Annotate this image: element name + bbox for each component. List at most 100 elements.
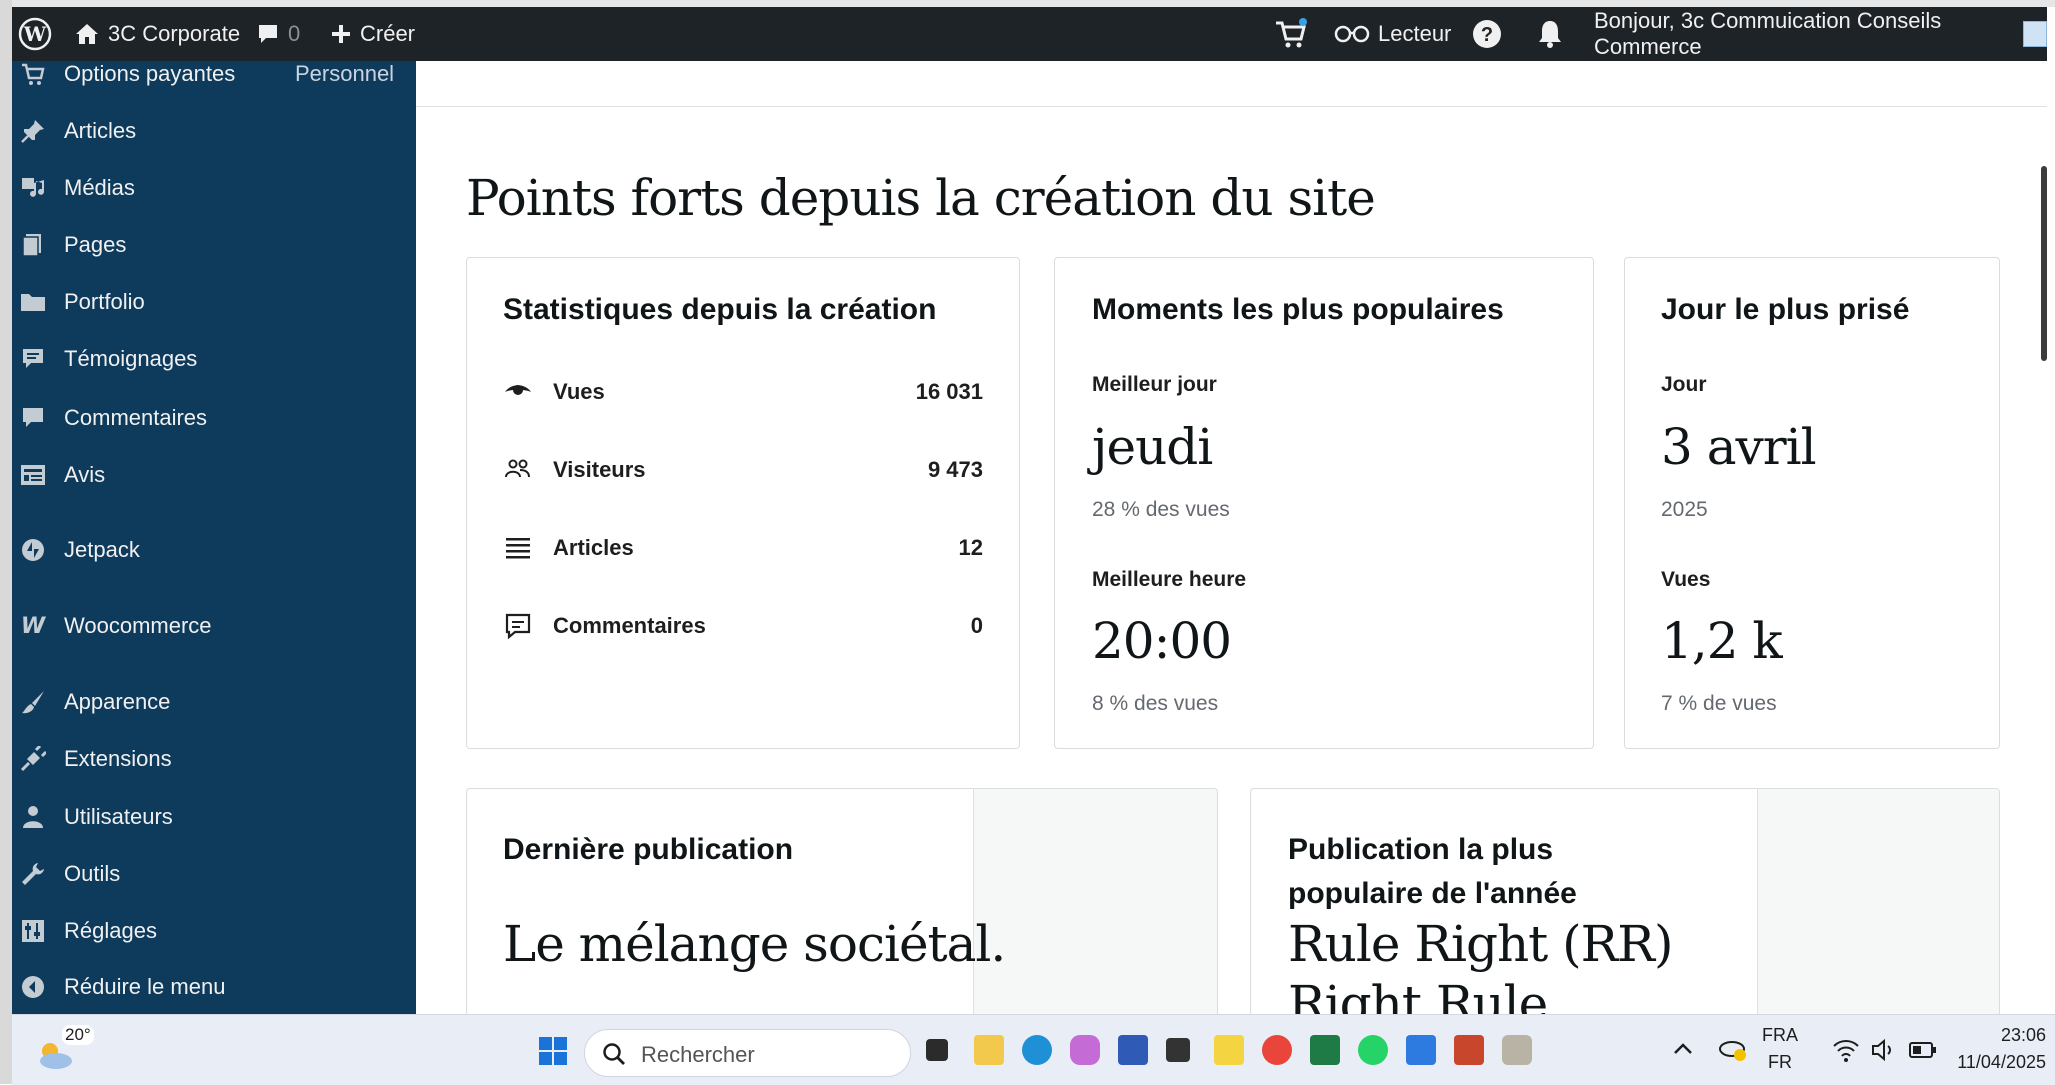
powerpoint-icon[interactable] [1454,1035,1484,1065]
stat-label: Visiteurs [553,457,646,482]
site-name: 3C Corporate [108,21,241,46]
user-icon [18,802,48,832]
page-title: Points forts depuis la création du site [466,169,1376,227]
plus-icon [330,23,352,45]
stat-row-comments: Commentaires 0 [503,605,983,645]
excel-icon[interactable] [1310,1035,1340,1065]
day-label: Jour [1661,373,1707,396]
sidebar-item-users[interactable]: Utilisateurs [12,794,416,838]
collapse-menu-button[interactable]: Réduire le menu [12,964,416,1008]
best-day-value: jeudi [1092,418,1213,476]
best-hour-label: Meilleure heure [1092,568,1247,591]
feedback-icon [18,460,48,490]
onedrive-warning-icon[interactable] [1718,1035,1748,1068]
language-top: FRA [1762,1025,1798,1045]
sidebar-item-media[interactable]: Médias [12,165,416,209]
sidebar-item-label: Apparence [64,689,171,714]
search-icon [601,1041,627,1072]
sidebar-item-extra: Personnel [295,61,395,86]
main-content: Points forts depuis la création du site … [416,61,2047,1014]
best-day-note: 28 % des vues [1092,498,1230,521]
post-thumbnail-placeholder [1757,789,1999,1014]
sidebar-item-label: Options payantes [64,61,236,86]
clock[interactable]: 23:06 11/04/2025 [1950,1025,2046,1073]
game-app-icon[interactable] [1502,1035,1532,1065]
wrench-icon [18,859,48,889]
screen-frame-left [0,0,12,1084]
sidebar-item-woocommerce[interactable]: W Woocommerce [12,603,416,647]
stats-since-creation-card: Statistiques depuis la création Vues 16 … [466,257,1020,749]
media-icon [18,173,48,203]
stat-row-visitors: Visiteurs 9 473 [503,449,983,489]
sidebar-item-label: Portfolio [64,289,145,314]
stat-label: Commentaires [553,613,706,638]
latest-post-card[interactable]: Dernière publication Le mélange sociétal… [466,788,1218,1014]
file-explorer-icon[interactable] [974,1035,1004,1065]
copilot-icon[interactable] [1070,1035,1100,1065]
woocommerce-icon: W [18,611,48,641]
windows-start-icon[interactable] [538,1036,568,1071]
glasses-icon [1334,24,1370,44]
create-label: Créer [360,21,416,46]
battery-icon[interactable] [1908,1039,1938,1066]
comment-outline-icon [503,611,533,641]
sidebar-item-testimonials[interactable]: Témoignages [12,336,416,380]
edge-browser-icon[interactable] [1022,1035,1052,1065]
whatsapp-icon[interactable] [1358,1035,1388,1065]
store-icon[interactable] [1118,1035,1148,1065]
card-title: Moments les plus populaires [1092,293,1504,326]
app-p-icon[interactable] [1166,1038,1190,1062]
sidebar-item-articles[interactable]: Articles [12,108,416,152]
language-indicator[interactable]: FRA FR [1762,1025,1798,1073]
people-icon [503,455,533,485]
stat-value: 16 031 [915,379,983,404]
sidebar-item-extensions[interactable]: Extensions [12,736,416,780]
collapse-icon [18,972,48,1002]
sidebar-item-feedback[interactable]: Avis [12,452,416,496]
popular-post-card[interactable]: Publication la plus populaire de l'année… [1250,788,2000,1014]
clock-time: 23:06 [2000,1025,2046,1045]
greeting-text: Bonjour, 3c Commuication Conseils Commer… [1594,8,1942,59]
help-icon[interactable]: ? [1472,7,1502,61]
stat-value: 9 473 [927,457,983,482]
chrome-icon[interactable] [1262,1035,1292,1065]
account-menu[interactable]: Bonjour, 3c Commuication Conseils Commer… [1594,7,2047,61]
stat-row-views: Vues 16 031 [503,371,983,411]
notifications-bell-icon[interactable] [1536,7,1564,61]
taskbar-search-input[interactable]: Rechercher [584,1029,911,1077]
chevron-up-icon[interactable] [1672,1039,1694,1064]
card-title-line1: Publication la plus [1288,833,1554,866]
weather-widget[interactable]: 20° [32,1023,94,1079]
cart-icon [18,59,48,89]
comments-count: 0 [288,21,301,46]
divider [416,106,2047,107]
sidebar-item-paid-options[interactable]: Options payantes Personnel [12,51,416,95]
stat-label: Vues [553,379,605,404]
best-hour-note: 8 % des vues [1092,692,1219,715]
photos-icon[interactable] [1406,1035,1436,1065]
sidebar-item-comments[interactable]: Commentaires [12,395,416,439]
language-bottom: FR [1768,1052,1792,1072]
sidebar-item-pages[interactable]: Pages [12,222,416,266]
day-year: 2025 [1661,498,1708,521]
sidebar-item-jetpack[interactable]: Jetpack [12,527,416,571]
sidebar-item-label: Avis [64,462,106,487]
avatar [2023,21,2047,47]
wifi-icon[interactable] [1832,1037,1860,1068]
scrollbar-thumb[interactable] [2041,166,2047,361]
home-icon [74,21,100,47]
sidebar-item-appearance[interactable]: Apparence [12,679,416,723]
sidebar-item-settings[interactable]: Réglages [12,908,416,952]
cart-icon[interactable] [1274,7,1308,61]
svg-text:W: W [23,22,47,46]
admin-sidebar: Options payantes Personnel Articles Médi… [12,61,416,1014]
reader-link[interactable]: Lecteur [1334,7,1451,61]
card-title: Dernière publication [503,833,794,866]
volume-icon[interactable] [1870,1037,1896,1068]
sidebar-item-tools[interactable]: Outils [12,851,416,895]
folder-app-icon[interactable] [1214,1035,1244,1065]
sidebar-item-portfolio[interactable]: Portfolio [12,279,416,323]
sidebar-item-label: Articles [64,118,137,143]
task-view-icon[interactable] [926,1039,948,1061]
latest-post-title: Le mélange sociétal. [503,915,1006,973]
